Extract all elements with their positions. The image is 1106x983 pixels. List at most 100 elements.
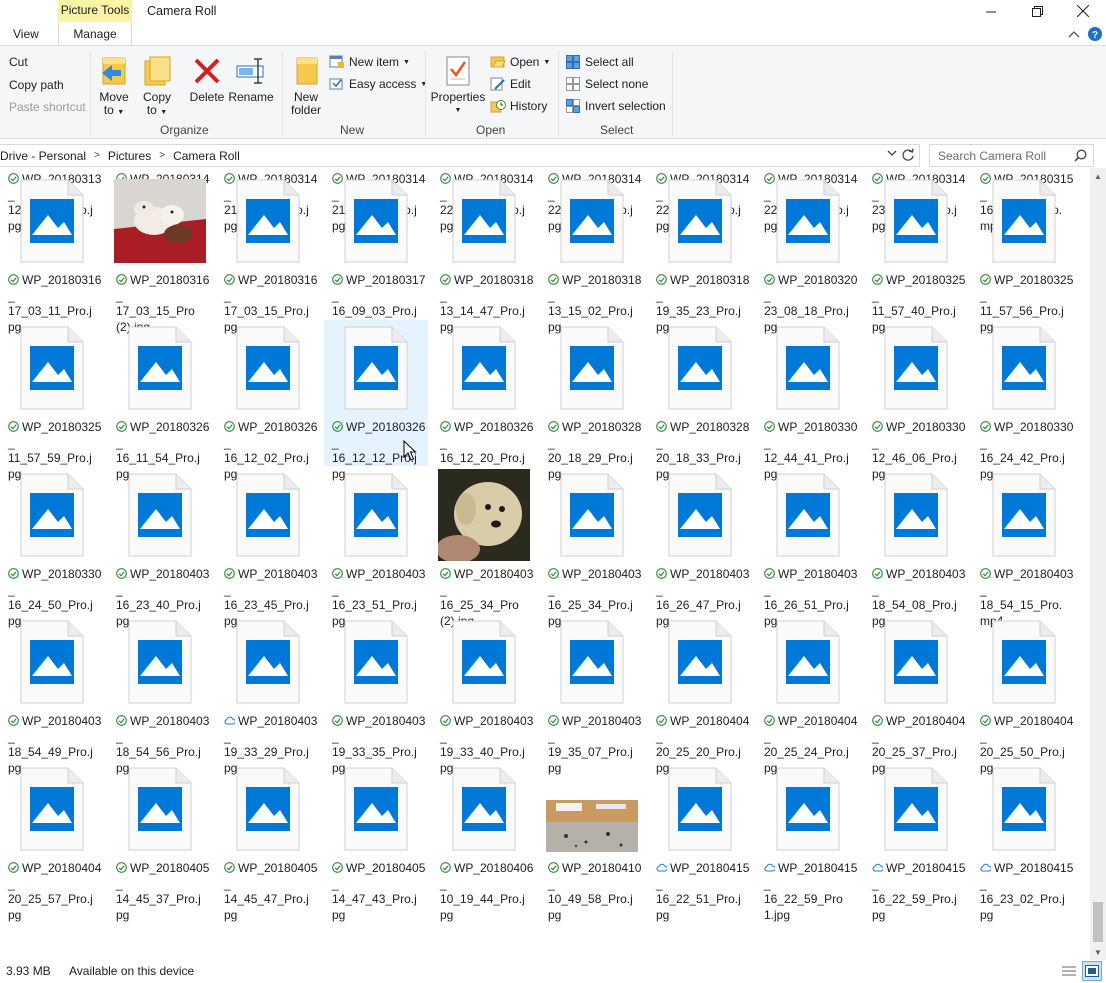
synced-check-icon xyxy=(980,274,991,285)
close-button[interactable] xyxy=(1060,0,1106,22)
tab-manage[interactable]: Manage xyxy=(58,22,132,46)
synced-check-icon xyxy=(656,274,667,285)
file-item[interactable]: WP_20180330_ 16_24_50_Pro.j pg xyxy=(0,467,104,628)
file-item[interactable]: WP_20180330_ 12_44_41_Pro.j pg xyxy=(756,320,860,481)
tab-view[interactable]: View xyxy=(13,22,39,46)
file-item[interactable]: WP_20180403_ 19_33_29_Pro.j pg xyxy=(216,614,320,775)
help-icon[interactable]: ? xyxy=(1088,27,1102,41)
file-item[interactable]: WP_20180405_ 14_47_43_Pro.j pg xyxy=(324,761,428,922)
rename-button[interactable]: Rename xyxy=(228,54,274,104)
select-none-button[interactable]: Select none xyxy=(566,74,648,94)
file-item[interactable]: WP_20180404_ 20_25_24_Pro.j pg xyxy=(756,614,860,775)
chevron-right-icon[interactable]: > xyxy=(92,150,102,161)
invert-selection-button[interactable]: Invert selection xyxy=(566,96,666,116)
scroll-up-icon[interactable]: ▲ xyxy=(1090,168,1106,184)
file-item[interactable]: WP_20180403_ 19_35_07_Pro.j pg xyxy=(540,614,644,775)
file-item[interactable]: WP_20180405_ 14_45_37_Pro.j pg xyxy=(108,761,212,922)
large-icons-view-button[interactable] xyxy=(1082,961,1102,981)
minimize-button[interactable] xyxy=(968,0,1014,22)
properties-button[interactable]: Properties ▼ xyxy=(430,54,486,117)
synced-check-icon xyxy=(980,421,991,432)
copy-path-button[interactable]: Copy path xyxy=(2,75,64,95)
history-icon xyxy=(490,100,506,113)
file-item[interactable]: WP_20180403_ 18_54_56_Pro.j pg xyxy=(108,614,212,775)
cut-button[interactable]: Cut xyxy=(2,52,28,72)
file-item[interactable]: WP_20180403_ 18_54_15_Pro. mp4 xyxy=(972,467,1076,628)
new-item-button[interactable]: New item ▼ xyxy=(329,52,410,72)
restore-button[interactable] xyxy=(1014,0,1060,22)
image-file-icon xyxy=(20,767,84,851)
history-button[interactable]: History xyxy=(490,96,547,116)
select-all-button[interactable]: Select all xyxy=(566,52,634,72)
edit-button[interactable]: Edit xyxy=(490,74,531,94)
file-item[interactable]: WP_20180403_ 19_33_40_Pro.j pg xyxy=(432,614,536,775)
collapse-ribbon-icon[interactable] xyxy=(1068,29,1080,39)
file-item[interactable]: WP_20180330_ 16_24_42_Pro.j pg xyxy=(972,320,1076,481)
scrollbar-thumb[interactable] xyxy=(1093,902,1103,942)
file-item[interactable]: WP_20180320_ 23_08_18_Pro.j pg xyxy=(756,173,860,334)
file-item[interactable]: WP_20180330_ 12_46_06_Pro.j pg xyxy=(864,320,968,481)
image-file-icon xyxy=(452,620,516,704)
file-item[interactable]: WP_20180405_ 14_45_47_Pro.j pg xyxy=(216,761,320,922)
file-item[interactable]: WP_20180325_ 11_57_40_Pro.j pg xyxy=(864,173,968,334)
chevron-right-icon[interactable]: > xyxy=(157,150,167,161)
move-to-button[interactable]: Move to ▼ xyxy=(97,54,131,119)
image-file-icon xyxy=(776,620,840,704)
breadcrumb-drive[interactable]: Drive - Personal xyxy=(0,149,92,163)
file-item[interactable]: WP_20180316_17_03_15_Pro(2).jpg xyxy=(108,173,212,334)
file-item[interactable]: WP_20180325_ 11_57_56_Pro.j pg xyxy=(972,173,1076,334)
file-item[interactable]: WP_20180326_ 16_12_02_Pro.j pg xyxy=(216,320,320,481)
file-item[interactable]: WP_20180403_ 19_33_35_Pro.j pg xyxy=(324,614,428,775)
vertical-scrollbar[interactable]: ▲ ▼ xyxy=(1090,168,1106,960)
synced-check-icon xyxy=(116,862,127,873)
scroll-down-icon[interactable]: ▼ xyxy=(1090,944,1106,960)
file-item[interactable]: WP_20180403_ 16_23_45_Pro.j pg xyxy=(216,467,320,628)
file-item[interactable]: WP_20180404_ 20_25_57_Pro.j pg xyxy=(0,761,104,922)
copy-to-button[interactable]: Copy to ▼ xyxy=(140,54,174,119)
address-history-chevron-icon[interactable] xyxy=(887,149,897,157)
file-item[interactable]: WP_20180403_ 18_54_08_Pro.j pg xyxy=(864,467,968,628)
file-item[interactable]: WP_20180325_ 11_57_59_Pro.j pg xyxy=(0,320,104,481)
file-item[interactable]: WP_20180404_ 20_25_20_Pro.j pg xyxy=(648,614,752,775)
file-item[interactable]: WP_20180326_ 16_11_54_Pro.j pg xyxy=(108,320,212,481)
file-item[interactable]: WP_20180326_16_12_20_Pro.jpg xyxy=(432,320,536,481)
window-title: Camera Roll xyxy=(147,4,217,18)
file-item[interactable]: WP_20180403_ 16_26_47_Pro.j pg xyxy=(648,467,752,628)
file-item[interactable]: WP_20180415_ 16_22_51_Pro.j pg xyxy=(648,761,752,922)
image-file-icon xyxy=(128,473,192,557)
file-item[interactable]: WP_20180403_ 16_23_51_Pro.j pg xyxy=(324,467,428,628)
file-item[interactable]: WP_20180415_ 16_22_59_Pro 1.jpg xyxy=(756,761,860,922)
paste-shortcut-button[interactable]: Paste shortcut xyxy=(2,97,86,117)
file-item[interactable]: WP_20180328_ 20_18_29_Pro.j pg xyxy=(540,320,644,481)
file-item[interactable]: WP_20180316_ 17_03_15_Pro.j pg xyxy=(216,173,320,334)
file-item[interactable]: WP_20180318_ 19_35_23_Pro.j pg xyxy=(648,173,752,334)
address-bar[interactable]: Drive - Personal > Pictures > Camera Rol… xyxy=(0,144,920,167)
open-button[interactable]: Open ▼ xyxy=(490,52,550,72)
file-item[interactable]: WP_20180415_ 16_23_02_Pro.j pg xyxy=(972,761,1076,922)
search-input[interactable]: Search Camera Roll xyxy=(929,144,1094,167)
file-item[interactable]: WP_20180404_ 20_25_37_Pro.j pg xyxy=(864,614,968,775)
move-to-icon xyxy=(98,54,130,88)
file-item[interactable]: WP_20180318_ 13_15_02_Pro.j pg xyxy=(540,173,644,334)
file-item[interactable]: WP_20180328_ 20_18_33_Pro.j pg xyxy=(648,320,752,481)
file-item[interactable]: WP_20180403_ 18_54_49_Pro.j pg xyxy=(0,614,104,775)
file-item[interactable]: WP_20180403_16_25_34_Pro(2).jpg xyxy=(432,467,536,628)
file-item[interactable]: WP_20180403_ 16_25_34_Pro.j pg xyxy=(540,467,644,628)
file-item[interactable]: WP_20180404_ 20_25_50_Pro.j pg xyxy=(972,614,1076,775)
new-folder-button[interactable]: New folder xyxy=(287,54,325,117)
refresh-icon[interactable] xyxy=(901,148,915,162)
file-item[interactable]: WP_20180410_ 10_49_58_Pro.j pg xyxy=(540,761,644,922)
easy-access-button[interactable]: Easy access ▼ xyxy=(329,74,427,94)
file-item[interactable]: WP_20180316_ 17_03_11_Pro.j pg xyxy=(0,173,104,334)
file-item[interactable]: WP_20180406_ 10_19_44_Pro.j pg xyxy=(432,761,536,922)
file-item[interactable]: WP_20180403_ 16_23_40_Pro.j pg xyxy=(108,467,212,628)
delete-button[interactable]: Delete xyxy=(187,54,227,104)
file-thumbnail xyxy=(108,467,212,563)
file-item[interactable]: WP_20180403_ 16_26_51_Pro.j pg xyxy=(756,467,860,628)
file-item[interactable]: WP_20180318_ 13_14_47_Pro.j pg xyxy=(432,173,536,334)
breadcrumb-camera-roll[interactable]: Camera Roll xyxy=(167,149,246,163)
file-item[interactable]: WP_20180317_16_09_03_Pro.jpg xyxy=(324,173,428,334)
file-item[interactable]: WP_20180415_ 16_22_59_Pro.j pg xyxy=(864,761,968,922)
breadcrumb-pictures[interactable]: Pictures xyxy=(102,149,157,163)
details-view-icon[interactable] xyxy=(1060,963,1078,979)
